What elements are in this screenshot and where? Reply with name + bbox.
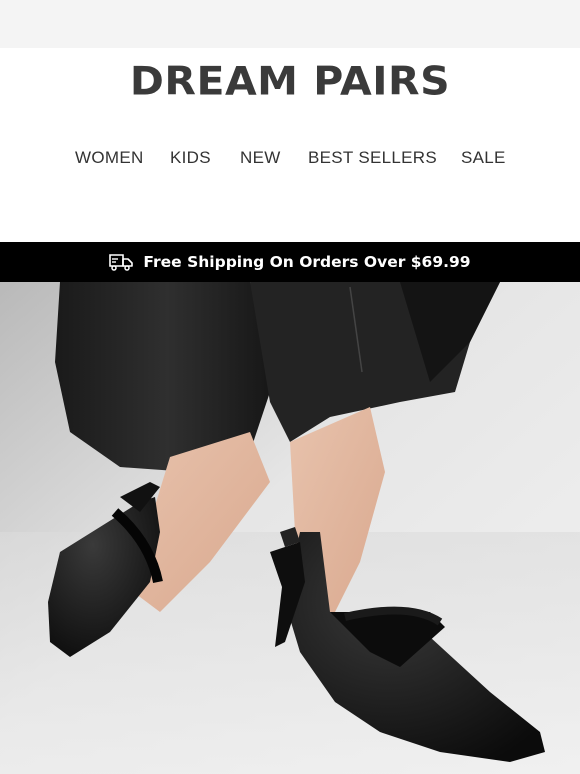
nav-item-best-sellers[interactable]: BEST SELLERS bbox=[308, 146, 437, 170]
nav-item-new[interactable]: NEW bbox=[240, 146, 281, 170]
hero-image[interactable] bbox=[0, 282, 580, 774]
main-nav: WOMEN KIDS NEW BEST SELLERS SALE bbox=[0, 146, 580, 170]
brand-logo[interactable]: DREAM PAIRS bbox=[0, 57, 580, 105]
nav-item-sale[interactable]: SALE bbox=[461, 146, 506, 170]
free-shipping-text: Free Shipping On Orders Over $69.99 bbox=[143, 253, 471, 271]
truck-icon bbox=[109, 254, 134, 271]
free-shipping-banner[interactable]: Free Shipping On Orders Over $69.99 bbox=[0, 242, 580, 282]
nav-item-kids[interactable]: KIDS bbox=[170, 146, 211, 170]
hero-shoes-photo bbox=[0, 282, 580, 774]
nav-item-women[interactable]: WOMEN bbox=[75, 146, 144, 170]
top-preheader-strip bbox=[0, 0, 580, 48]
